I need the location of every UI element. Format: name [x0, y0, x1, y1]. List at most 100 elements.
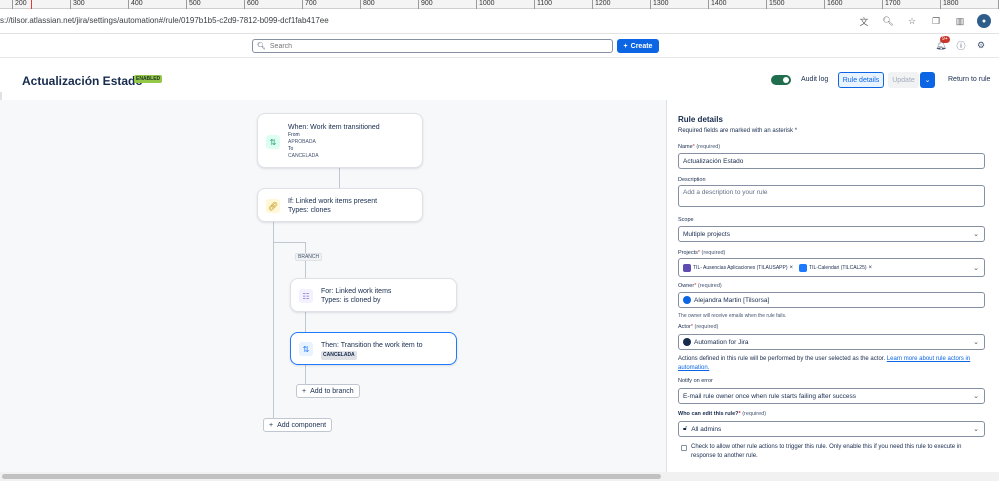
required-text: (required) — [697, 283, 722, 289]
ruler-tick-label: 1100 — [537, 0, 553, 7]
help-icon[interactable]: ⓘ — [955, 39, 967, 51]
ruler-tick: 200 — [12, 0, 27, 9]
star-icon[interactable]: ☆ — [905, 14, 919, 28]
link-icon: 🔗︎ — [266, 199, 280, 213]
description-textarea[interactable]: Add a description to your rule — [678, 185, 985, 207]
project-icon — [683, 263, 691, 272]
ruler-tick-label: 200 — [15, 0, 27, 7]
add-component-label: Add component — [277, 421, 327, 429]
ruler-tick: 900 — [418, 0, 433, 9]
ruler-marker — [31, 0, 32, 9]
gear-icon[interactable]: ⚙ — [975, 39, 987, 51]
chevron-down-icon: ⌄ — [973, 393, 979, 400]
edit-permission-value: All admins — [691, 425, 722, 433]
ruler-tick: 1000 — [476, 0, 495, 9]
required-star: * — [694, 283, 697, 289]
notify-value: E-mail rule owner once when rule starts … — [683, 392, 857, 400]
connector-line — [273, 222, 274, 418]
zoom-icon[interactable]: 🔍︎ — [881, 14, 895, 28]
sidepanel-icon[interactable]: ▥ — [953, 14, 967, 28]
project-tag: TIL-Calendari (TILCAL25) × — [799, 263, 873, 272]
branch-icon: ☷ — [299, 289, 313, 303]
search-icon: 🔍︎ — [257, 43, 266, 50]
add-component-button[interactable]: + Add component — [263, 418, 333, 432]
trigger-to-label: To — [288, 146, 294, 152]
projects-select[interactable]: TIL- Ausencias Aplicaciones (TILAUSAPP) ×… — [678, 258, 985, 277]
condition-subtitle: Types: clones — [288, 207, 331, 214]
actor-field-label: Actor* (required) — [678, 324, 718, 330]
scope-value: Multiple projects — [683, 230, 730, 238]
required-star: * — [697, 250, 701, 256]
condition-card[interactable]: 🔗︎ If: Linked work items present Types: … — [257, 188, 423, 222]
trigger-card[interactable]: ⇅ When: Work item transitioned From APRO… — [257, 113, 423, 168]
rule-details-button[interactable]: Rule details — [838, 72, 884, 88]
plus-icon: + — [302, 387, 307, 395]
update-dropdown-button[interactable]: ⌄ — [920, 72, 935, 88]
enable-toggle[interactable] — [771, 75, 791, 85]
allow-rule-trigger-checkbox[interactable] — [681, 445, 687, 451]
automation-avatar — [683, 338, 691, 346]
nav-right-icons: 🔔︎ 9+ ⓘ ⚙ — [935, 36, 987, 51]
ruler-tick: 400 — [128, 0, 143, 9]
ruler-tick: 1100 — [534, 0, 552, 9]
ruler-tick: 1400 — [708, 0, 727, 9]
search-input[interactable] — [269, 42, 590, 50]
project-tag-label: TIL-Calendari (TILCAL25) — [809, 264, 867, 271]
owner-avatar — [683, 296, 691, 304]
owner-label-text: Owner — [678, 283, 695, 289]
owner-select[interactable]: Alejandra Martin [Tilsorsa] — [678, 292, 985, 308]
name-label-text: Name — [678, 144, 693, 150]
actor-value: Automation for Jira — [694, 338, 749, 346]
transition-icon: ⇅ — [266, 135, 280, 149]
connector-line — [305, 312, 306, 332]
ruler-tick-label: 1400 — [711, 0, 727, 7]
notifications-badge: 9+ — [940, 36, 950, 43]
edit-permission-label: Who can edit this rule?* (required) — [678, 411, 766, 417]
action-card[interactable]: ⇅ Then: Transition the work item to CANC… — [290, 332, 457, 365]
extensions-icon[interactable]: ❐ — [929, 14, 943, 28]
profile-avatar[interactable]: ● — [977, 14, 991, 28]
scope-select[interactable]: Multiple projects ⌄ — [678, 226, 985, 242]
translate-icon[interactable]: 文 — [857, 14, 871, 28]
checkbox-text: Check to allow other rule actions to tri… — [691, 444, 962, 459]
pixel-ruler: 200 300 400 500 600 700 800 900 1000 110… — [0, 0, 999, 9]
required-text: (required) — [701, 250, 726, 256]
remove-tag-icon[interactable]: × — [869, 265, 873, 271]
required-star: * — [690, 324, 693, 330]
connector-line — [305, 365, 306, 385]
ruler-tick-label: 500 — [189, 0, 201, 7]
ruler-tick-label: 1600 — [827, 0, 843, 7]
update-button[interactable]: Update — [888, 72, 919, 88]
ruler-tick-label: 900 — [421, 0, 433, 7]
search-box[interactable]: 🔍︎ — [252, 39, 613, 53]
ruler-tick-label: 1300 — [653, 0, 669, 7]
description-label: Description — [678, 177, 706, 183]
add-to-branch-button[interactable]: + Add to branch — [296, 384, 360, 398]
required-text: (required) — [696, 144, 721, 150]
required-note: Required fields are marked with an aster… — [678, 128, 798, 134]
actor-select[interactable]: Automation for Jira ⌄ — [678, 334, 985, 350]
address-url[interactable]: s://tilsor.atlassian.net/jira/settings/a… — [0, 16, 329, 25]
chevron-down-icon: ⌄ — [973, 339, 979, 346]
actor-note: Actions defined in this rule will be per… — [678, 355, 978, 373]
name-input[interactable]: Actualización Estado — [678, 153, 985, 169]
lock-icon: 🔓︎ — [683, 425, 688, 432]
ruler-tick: 1600 — [824, 0, 843, 9]
scrollbar-thumb[interactable] — [2, 474, 661, 479]
notify-select[interactable]: E-mail rule owner once when rule starts … — [678, 388, 985, 404]
horizontal-scrollbar[interactable] — [0, 472, 999, 481]
edit-permission-select[interactable]: 🔓︎ All admins ⌄ — [678, 421, 985, 437]
return-to-rules-link[interactable]: Return to rule — [948, 76, 990, 83]
ruler-tick: 700 — [302, 0, 317, 9]
ruler-tick: 1700 — [882, 0, 901, 9]
required-text: (required) — [742, 411, 767, 417]
notifications-icon[interactable]: 🔔︎ 9+ — [935, 36, 950, 51]
branch-card[interactable]: ☷ For: Linked work items Types: is clone… — [290, 278, 457, 312]
remove-tag-icon[interactable]: × — [790, 265, 794, 271]
create-button[interactable]: + Create — [617, 39, 659, 53]
edit-label-text: Who can edit this rule? — [678, 411, 739, 417]
plus-icon: + — [269, 421, 274, 429]
ruler-tick: 800 — [360, 0, 375, 9]
audit-log-link[interactable]: Audit log — [801, 76, 828, 83]
branch-subtitle: Types: is cloned by — [321, 297, 381, 304]
